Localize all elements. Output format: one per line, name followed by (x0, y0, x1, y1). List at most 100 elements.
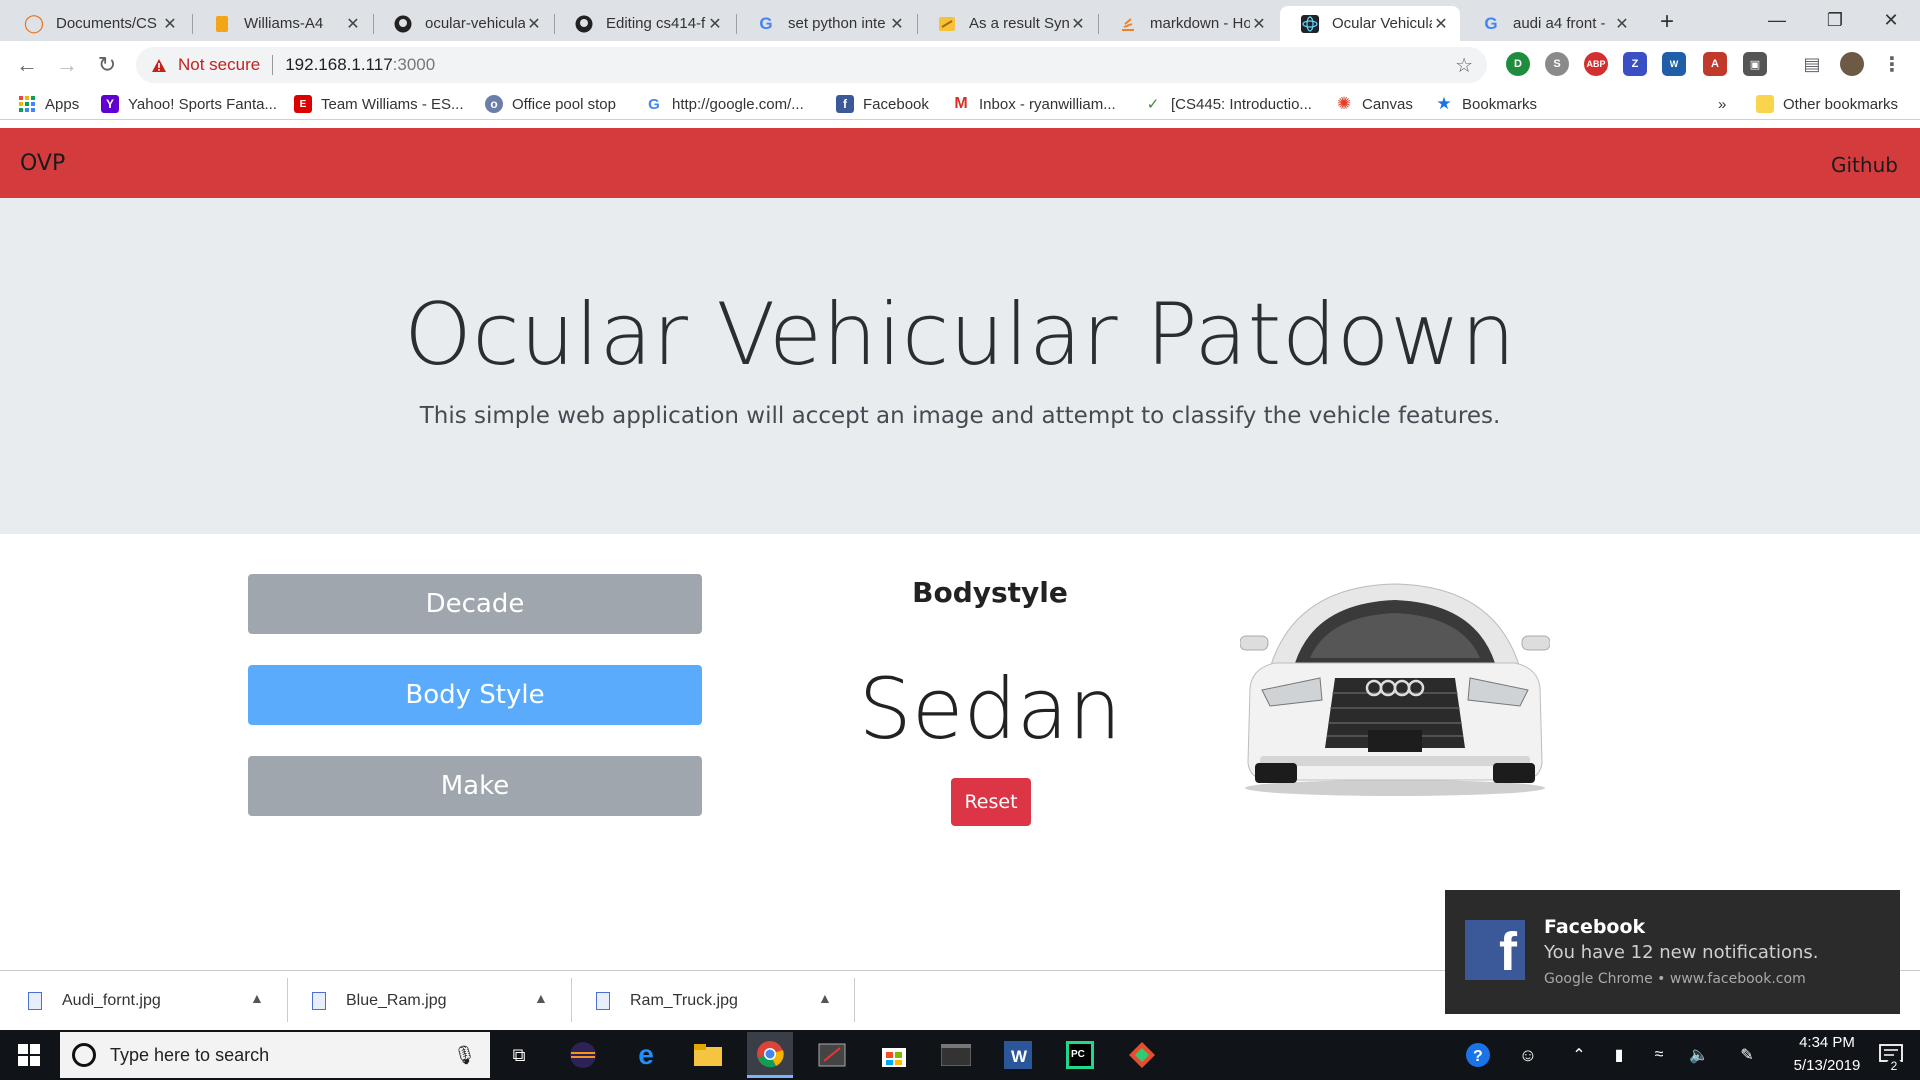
help-icon[interactable]: ? (1455, 1032, 1501, 1078)
eclipse-icon[interactable] (560, 1032, 606, 1078)
chevron-up-icon[interactable]: ▲ (534, 990, 548, 1006)
tab-2[interactable]: Williams-A4 ✕ (192, 6, 372, 41)
extension-icon[interactable]: D (1506, 52, 1530, 76)
decade-button[interactable]: Decade (248, 574, 702, 634)
close-icon[interactable]: ✕ (1432, 14, 1450, 34)
edge-icon[interactable]: e (623, 1032, 669, 1078)
chevron-up-icon[interactable]: ▲ (818, 990, 832, 1006)
bookmark-label: Apps (45, 95, 80, 113)
tab-3[interactable]: ocular-vehicula ✕ (373, 6, 553, 41)
bookmark-office-pool[interactable]: o Office pool stop (485, 93, 616, 115)
minimize-button[interactable]: — (1754, 0, 1800, 40)
close-icon[interactable]: ✕ (525, 14, 543, 34)
restore-button[interactable]: ❐ (1812, 0, 1858, 40)
windows-start-icon[interactable] (6, 1032, 52, 1078)
bookmark-espn[interactable]: E Team Williams - ES... (294, 93, 464, 115)
close-icon[interactable]: ✕ (161, 14, 179, 34)
window-close-button[interactable]: ✕ (1868, 0, 1914, 40)
close-icon[interactable]: ✕ (1613, 14, 1631, 34)
pen-icon[interactable]: ✎ (1724, 1032, 1770, 1078)
microphone-icon[interactable]: 🎙 (453, 1045, 476, 1066)
slides-icon (212, 14, 232, 34)
yahoo-icon: Y (101, 95, 119, 113)
close-icon[interactable]: ✕ (344, 14, 362, 34)
chevron-up-icon[interactable]: ▲ (250, 990, 264, 1006)
address-bar[interactable]: Not secure 192.168.1.117 :3000 ☆ (136, 47, 1487, 83)
close-icon[interactable]: ✕ (1069, 14, 1087, 34)
wappalyzer-icon[interactable]: W (1662, 52, 1686, 76)
download-divider (287, 978, 288, 1022)
stackoverflow-icon (1118, 14, 1138, 34)
zotero-icon[interactable]: Z (1623, 52, 1647, 76)
snipping-tool-icon[interactable] (809, 1032, 855, 1078)
tab-4[interactable]: Editing cs414-f ✕ (554, 6, 734, 41)
bookmark-apps[interactable]: Apps (18, 93, 79, 115)
git-kraken-icon[interactable] (1119, 1032, 1165, 1078)
terminal-icon[interactable] (933, 1032, 979, 1078)
file-explorer-icon[interactable] (685, 1032, 731, 1078)
close-icon[interactable]: ✕ (1250, 14, 1268, 34)
back-button[interactable]: ← (12, 50, 42, 80)
tab-title: As a result Sync (969, 15, 1069, 32)
bookmark-label: [CS445: Introductio... (1171, 95, 1312, 113)
tab-title: ocular-vehicula (425, 15, 525, 32)
make-button[interactable]: Make (248, 756, 702, 816)
reset-button[interactable]: Reset (951, 778, 1031, 826)
pycharm-icon[interactable]: PC (1057, 1032, 1103, 1078)
skype-icon[interactable]: S (1545, 52, 1569, 76)
bookmark-yahoo[interactable]: Y Yahoo! Sports Fanta... (101, 93, 277, 115)
pdf-icon[interactable]: A (1703, 52, 1727, 76)
security-label[interactable]: Not secure (178, 55, 260, 75)
volume-muted-icon[interactable]: 🔈 (1676, 1032, 1722, 1078)
warning-icon (150, 56, 168, 74)
people-icon[interactable]: ☺ (1505, 1032, 1551, 1078)
brand-link[interactable]: OVP (20, 151, 65, 176)
chrome-icon[interactable] (747, 1032, 793, 1078)
bookmark-bookmarks[interactable]: ★ Bookmarks (1435, 93, 1537, 115)
clock-date[interactable]: 5/13/2019 (1772, 1057, 1882, 1074)
bookmark-gmail[interactable]: M Inbox - ryanwilliam... (952, 93, 1115, 115)
tab-7[interactable]: markdown - Ho ✕ (1098, 6, 1278, 41)
bookmark-google[interactable]: G http://google.com/... (645, 93, 804, 115)
reload-button[interactable]: ↻ (92, 50, 122, 80)
tab-6[interactable]: As a result Sync ✕ (917, 6, 1097, 41)
file-icon (312, 992, 326, 1010)
bookmark-canvas[interactable]: ✺ Canvas (1335, 93, 1413, 115)
download-item[interactable]: Blue_Ram.jpg (312, 986, 447, 1016)
star-icon[interactable]: ☆ (1455, 53, 1473, 78)
notification-toast[interactable]: f Facebook You have 12 new notifications… (1445, 890, 1900, 1014)
google-icon: G (648, 95, 660, 113)
url-separator (272, 55, 274, 75)
download-divider (571, 978, 572, 1022)
menu-icon[interactable]: ⋮ (1880, 52, 1904, 76)
other-bookmarks[interactable]: Other bookmarks (1756, 93, 1898, 115)
adblock-icon[interactable]: ABP (1584, 52, 1608, 76)
download-divider (854, 978, 855, 1022)
tab-1[interactable]: ◯ Documents/CS ✕ (4, 6, 189, 41)
cast-icon[interactable]: ▤ (1800, 52, 1824, 76)
word-icon[interactable]: W (995, 1032, 1041, 1078)
taskbar-search-box[interactable]: Type here to search 🎙 (60, 1032, 490, 1078)
close-icon[interactable]: ✕ (706, 14, 724, 34)
search-placeholder: Type here to search (110, 1044, 270, 1065)
tab-5[interactable]: G set python inte ✕ (736, 6, 916, 41)
tab-active[interactable]: Ocular Vehicula ✕ (1280, 6, 1460, 41)
gmail-icon: M (954, 95, 968, 112)
tab-title: audi a4 front - (1513, 15, 1606, 32)
task-view-icon[interactable]: ⧉ (496, 1032, 542, 1078)
github-link[interactable]: Github (1831, 153, 1898, 177)
download-item[interactable]: Audi_fornt.jpg (28, 986, 161, 1016)
new-tab-button[interactable]: + (1651, 6, 1683, 38)
screenshot-icon[interactable]: ▣ (1743, 52, 1767, 76)
tab-9[interactable]: G audi a4 front - ✕ (1461, 6, 1641, 41)
bookmarks-overflow[interactable]: » (1718, 93, 1726, 115)
bookmark-facebook[interactable]: f Facebook (836, 93, 929, 115)
bookmark-cs445[interactable]: ✓ [CS445: Introductio... (1144, 93, 1312, 115)
download-item[interactable]: Ram_Truck.jpg (596, 986, 738, 1016)
close-icon[interactable]: ✕ (888, 14, 906, 34)
store-icon[interactable] (871, 1032, 917, 1078)
body-style-button[interactable]: Body Style (248, 665, 702, 725)
forward-button[interactable]: → (52, 50, 82, 80)
profile-avatar[interactable] (1840, 52, 1864, 76)
clock-time[interactable]: 4:34 PM (1772, 1034, 1882, 1051)
